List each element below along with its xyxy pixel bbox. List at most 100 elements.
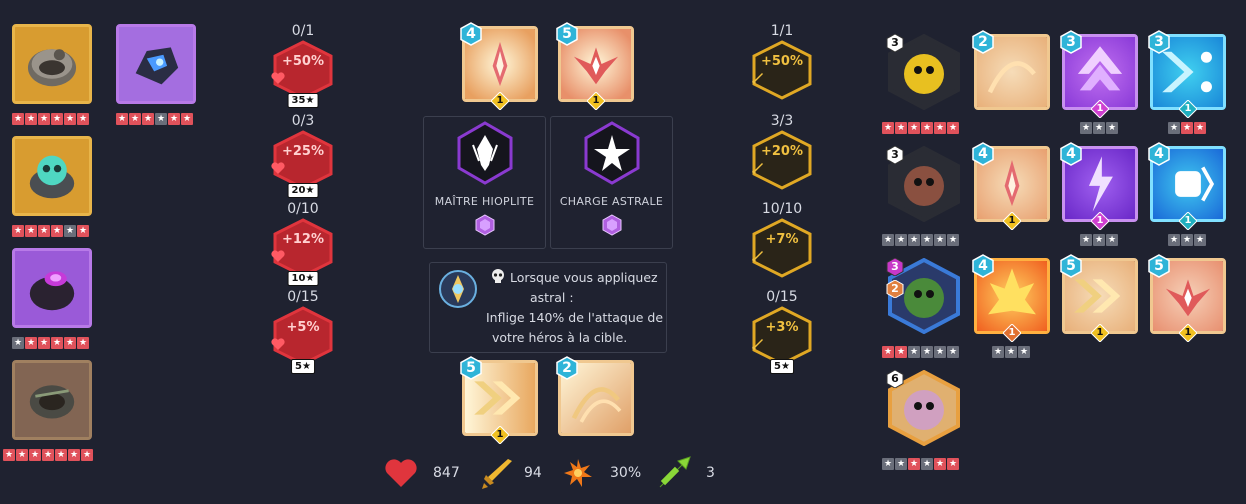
hero-secondary-badge: 2	[886, 279, 904, 299]
star-filled: ★	[38, 113, 50, 125]
top-skill-2-level: 5	[555, 22, 579, 46]
atk-talent-count: 1/1	[770, 23, 794, 39]
hero-skill-level-badge: 5	[1147, 254, 1171, 278]
star-empty: ★	[992, 346, 1004, 358]
hero-1-stars: ★ ★ ★ ★ ★ ★	[882, 122, 959, 134]
hero-skill-stars: ★ ★ ★	[1168, 122, 1206, 134]
star-empty: ★	[947, 234, 959, 246]
atk-talent-2[interactable]: 3/3 +20%	[747, 112, 817, 190]
star-filled: ★	[181, 113, 193, 125]
star-filled: ★	[895, 122, 907, 134]
hero-portrait-1[interactable]: 3	[886, 33, 962, 111]
hero-skill-level-badge: 3	[1147, 30, 1171, 54]
hero-skill-stars: ★ ★ ★	[1080, 234, 1118, 246]
hp-talent-2[interactable]: 0/3 +25% 20★	[268, 112, 338, 198]
hp-talent-bonus: +25%	[281, 144, 324, 159]
star-requirement-badge: 35★	[287, 93, 319, 108]
stat-hp: 847	[383, 455, 460, 491]
item-slot-1[interactable]	[12, 24, 92, 104]
purple-gem-icon	[602, 214, 621, 236]
hero-portrait-3[interactable]: 32	[886, 257, 962, 335]
item-slot-3[interactable]	[12, 248, 92, 328]
star-filled: ★	[77, 337, 89, 349]
star-filled: ★	[934, 458, 946, 470]
tooltip-line-1: Lorsque vous appliquez	[510, 270, 658, 285]
item-4-stars: ★ ★ ★ ★ ★ ★ ★	[3, 449, 93, 461]
stat-crit-value: 30%	[610, 465, 642, 481]
atk-talent-3[interactable]: 10/10 +7%	[747, 200, 817, 278]
tooltip-line-2: astral :	[530, 290, 574, 305]
star-empty: ★	[1181, 234, 1193, 246]
star-requirement-badge: 20★	[287, 183, 319, 198]
star-filled: ★	[51, 113, 63, 125]
hp-talent-1[interactable]: 0/1 +50% 35★	[268, 22, 338, 108]
star-empty: ★	[947, 346, 959, 358]
hero-skill-sub-badge: 1	[1002, 323, 1022, 343]
atk-talent-count: 10/10	[761, 201, 803, 217]
star-empty: ★	[1106, 234, 1118, 246]
item-slot-4[interactable]	[12, 360, 92, 440]
star-filled: ★	[38, 337, 50, 349]
hero-skill-sub-badge: 1	[1178, 99, 1198, 119]
atk-talent-4[interactable]: 0/15 +3% 5★	[747, 288, 817, 374]
hero-portrait-2[interactable]: 3	[886, 145, 962, 223]
star-filled: ★	[51, 337, 63, 349]
special-talent-2[interactable]: CHARGE ASTRALE	[550, 116, 673, 249]
star-filled: ★	[908, 122, 920, 134]
hero-skill-level-badge: 2	[971, 30, 995, 54]
atk-talent-1[interactable]: 1/1 +50%	[747, 22, 817, 100]
star-filled: ★	[55, 449, 67, 461]
star-empty: ★	[921, 234, 933, 246]
skull-ring-icon	[15, 27, 89, 101]
hero-skill-level-badge: 4	[971, 254, 995, 278]
hero-skill-sub-badge: 1	[1090, 99, 1110, 119]
star-filled: ★	[908, 458, 920, 470]
hero-skill-sub-badge: 1	[1090, 211, 1110, 231]
hero-4-stars: ★ ★ ★ ★ ★ ★	[882, 458, 959, 470]
item-2-stars: ★ ★ ★ ★ ★ ★	[12, 225, 89, 237]
hero-skill-sub-badge: 1	[1178, 323, 1198, 343]
hero-portrait-4[interactable]: 6	[886, 369, 962, 447]
bottom-skill-1-level: 5	[459, 356, 483, 380]
star-empty: ★	[1080, 234, 1092, 246]
star-filled: ★	[895, 346, 907, 358]
tooltip-line-3: Inflige 140% de l'attaque de	[486, 310, 664, 325]
hero-level-badge: 3	[886, 145, 904, 165]
top-skill-2-sub: 1	[586, 91, 606, 111]
gauntlet-icon	[119, 27, 193, 101]
star-filled: ★	[16, 449, 28, 461]
top-skill-1-sub: 1	[490, 91, 510, 111]
star-filled: ★	[921, 122, 933, 134]
star-empty: ★	[895, 234, 907, 246]
item-slot-2[interactable]	[12, 136, 92, 216]
hero-skill-level-badge: 3	[1059, 30, 1083, 54]
hero-skill-stars: ★ ★ ★	[992, 346, 1030, 358]
atk-talent-count: 0/15	[766, 289, 798, 305]
hero-level-badge: 6	[886, 369, 904, 389]
stat-attack-value: 94	[524, 465, 542, 481]
star-empty: ★	[1093, 234, 1105, 246]
star-empty: ★	[921, 458, 933, 470]
star-filled: ★	[42, 449, 54, 461]
hero-skill-level-badge: 5	[1059, 254, 1083, 278]
hero-skill-sub-badge: 1	[1178, 211, 1198, 231]
special-talent-1[interactable]: MAÎTRE HIOPLITE	[423, 116, 546, 249]
hp-talent-bonus: +5%	[286, 320, 320, 335]
star-empty: ★	[1005, 346, 1017, 358]
bottom-skill-1-sub: 1	[490, 425, 510, 445]
hp-talent-count: 0/10	[287, 201, 319, 217]
hp-talent-3[interactable]: 0/10 +12% 10★	[268, 200, 338, 286]
star-empty: ★	[895, 458, 907, 470]
hero-skill-level-badge: 4	[1147, 142, 1171, 166]
star-filled: ★	[64, 337, 76, 349]
star-filled: ★	[29, 449, 41, 461]
star-filled: ★	[25, 225, 37, 237]
stat-speed-value: 3	[706, 465, 715, 481]
item-5-stars: ★ ★ ★ ★ ★ ★	[116, 113, 193, 125]
star-filled: ★	[64, 113, 76, 125]
star-filled: ★	[882, 346, 894, 358]
hp-talent-4[interactable]: 0/15 +5% 5★	[268, 288, 338, 374]
purple-gem-icon	[475, 214, 494, 236]
hero-skill-stars: ★ ★ ★	[1168, 234, 1206, 246]
item-slot-5[interactable]	[116, 24, 196, 104]
